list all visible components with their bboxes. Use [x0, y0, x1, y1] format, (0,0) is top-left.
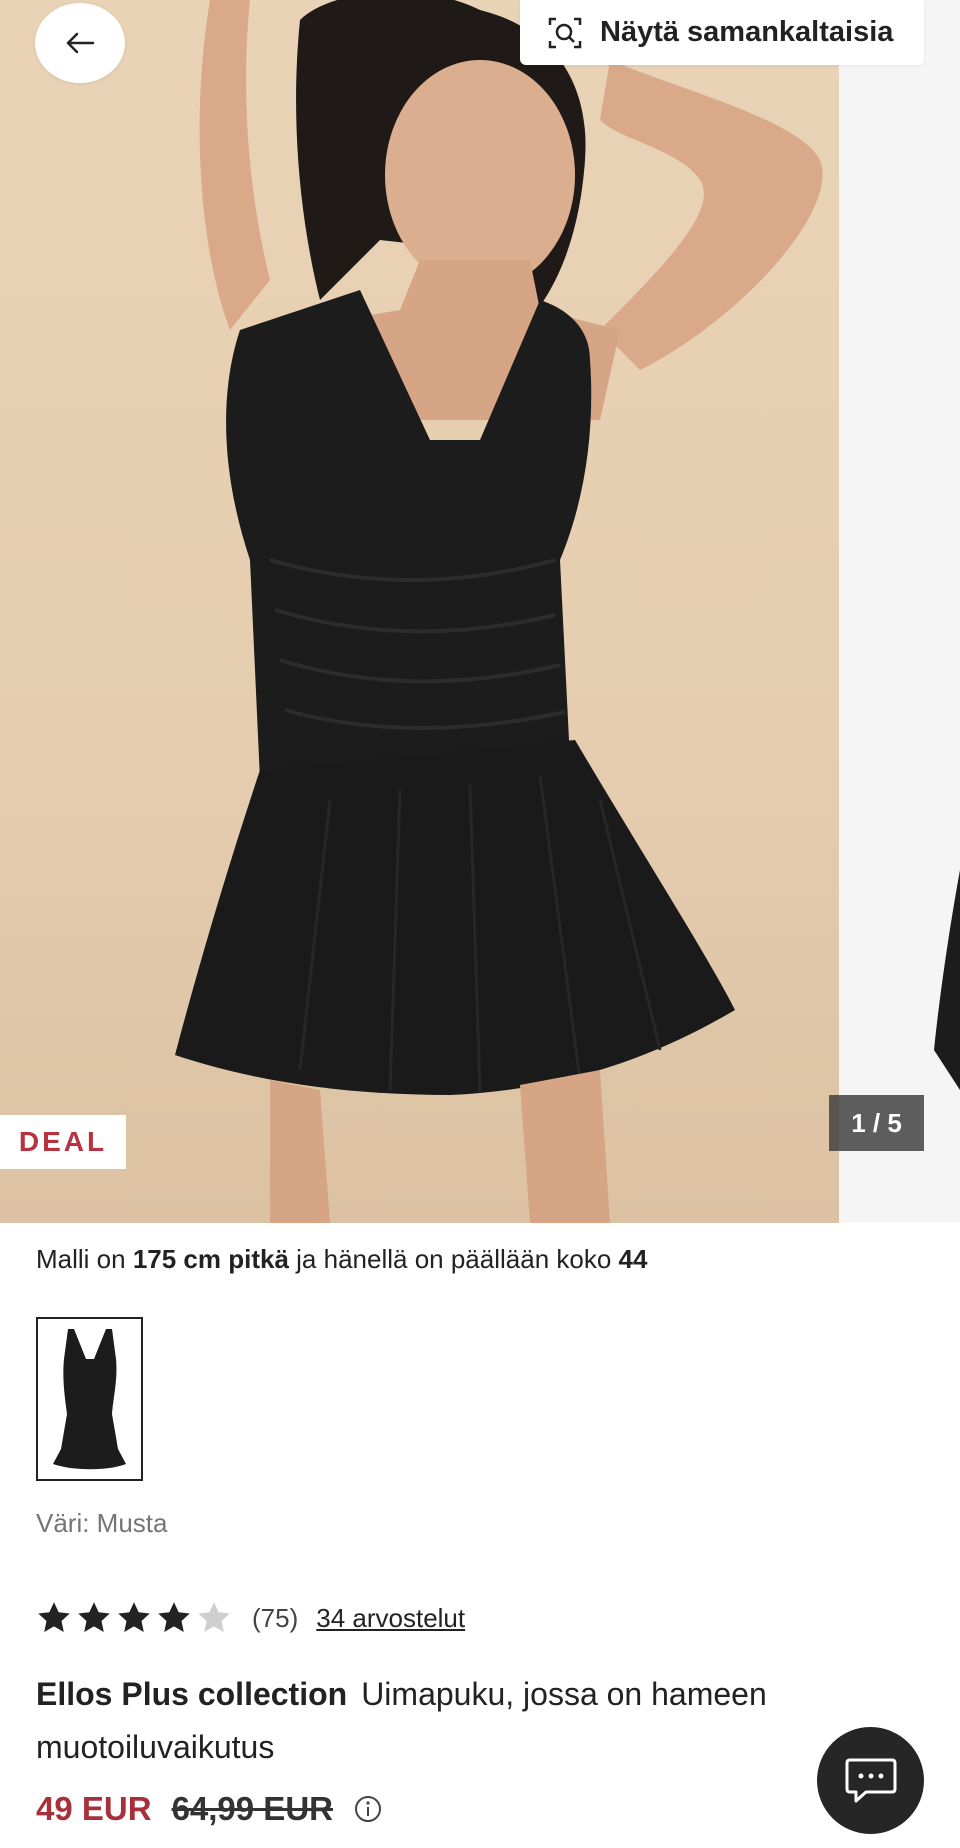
product-image-gallery[interactable]: Näytä samankaltaisia DEAL 1 / 5 [0, 0, 960, 1223]
image-counter: 1 / 5 [829, 1095, 924, 1151]
chat-button[interactable] [817, 1727, 924, 1834]
deal-badge-text: DEAL [18, 1126, 108, 1157]
star-filled-icon [158, 1602, 190, 1632]
product-brand: Ellos Plus collection [36, 1676, 348, 1712]
info-icon[interactable] [353, 1794, 383, 1824]
star-empty-icon [198, 1602, 230, 1632]
model-info: Malli on 175 cm pitkä ja hänellä on pääl… [36, 1244, 647, 1275]
reviews-link[interactable]: 34 arvostelut [316, 1603, 465, 1634]
original-price: 64,99 EUR [171, 1790, 333, 1827]
back-button[interactable] [35, 3, 125, 83]
current-price: 49 EUR [36, 1790, 152, 1827]
star-filled-icon [78, 1602, 110, 1632]
model-size: 44 [618, 1244, 648, 1274]
model-info-prefix: Malli on [36, 1244, 126, 1274]
show-similar-button[interactable]: Näytä samankaltaisia [520, 0, 924, 65]
star-rating [36, 1600, 232, 1636]
model-height: 175 cm pitkä [132, 1244, 289, 1274]
chat-bubble-icon [845, 1758, 896, 1802]
show-similar-label: Näytä samankaltaisia [600, 16, 894, 48]
star-filled-icon [118, 1602, 150, 1632]
color-label: Väri: Musta [36, 1508, 168, 1538]
deal-badge: DEAL [0, 1115, 126, 1169]
model-info-middle: ja hänellä on päällään koko [296, 1244, 612, 1274]
next-product-photo[interactable] [839, 0, 960, 1223]
product-title: Ellos Plus collection Uimapuku, jossa on … [36, 1668, 856, 1774]
color-swatch-black[interactable] [36, 1317, 143, 1481]
arrow-left-icon [66, 32, 95, 54]
price-row: 49 EUR 64,99 EUR [36, 1790, 383, 1828]
rating-count: (75) [252, 1602, 299, 1633]
product-photo[interactable] [0, 0, 839, 1223]
star-filled-icon [38, 1602, 70, 1632]
rating-row: (75) 34 arvostelut [36, 1596, 465, 1640]
visual-search-icon [548, 17, 582, 48]
